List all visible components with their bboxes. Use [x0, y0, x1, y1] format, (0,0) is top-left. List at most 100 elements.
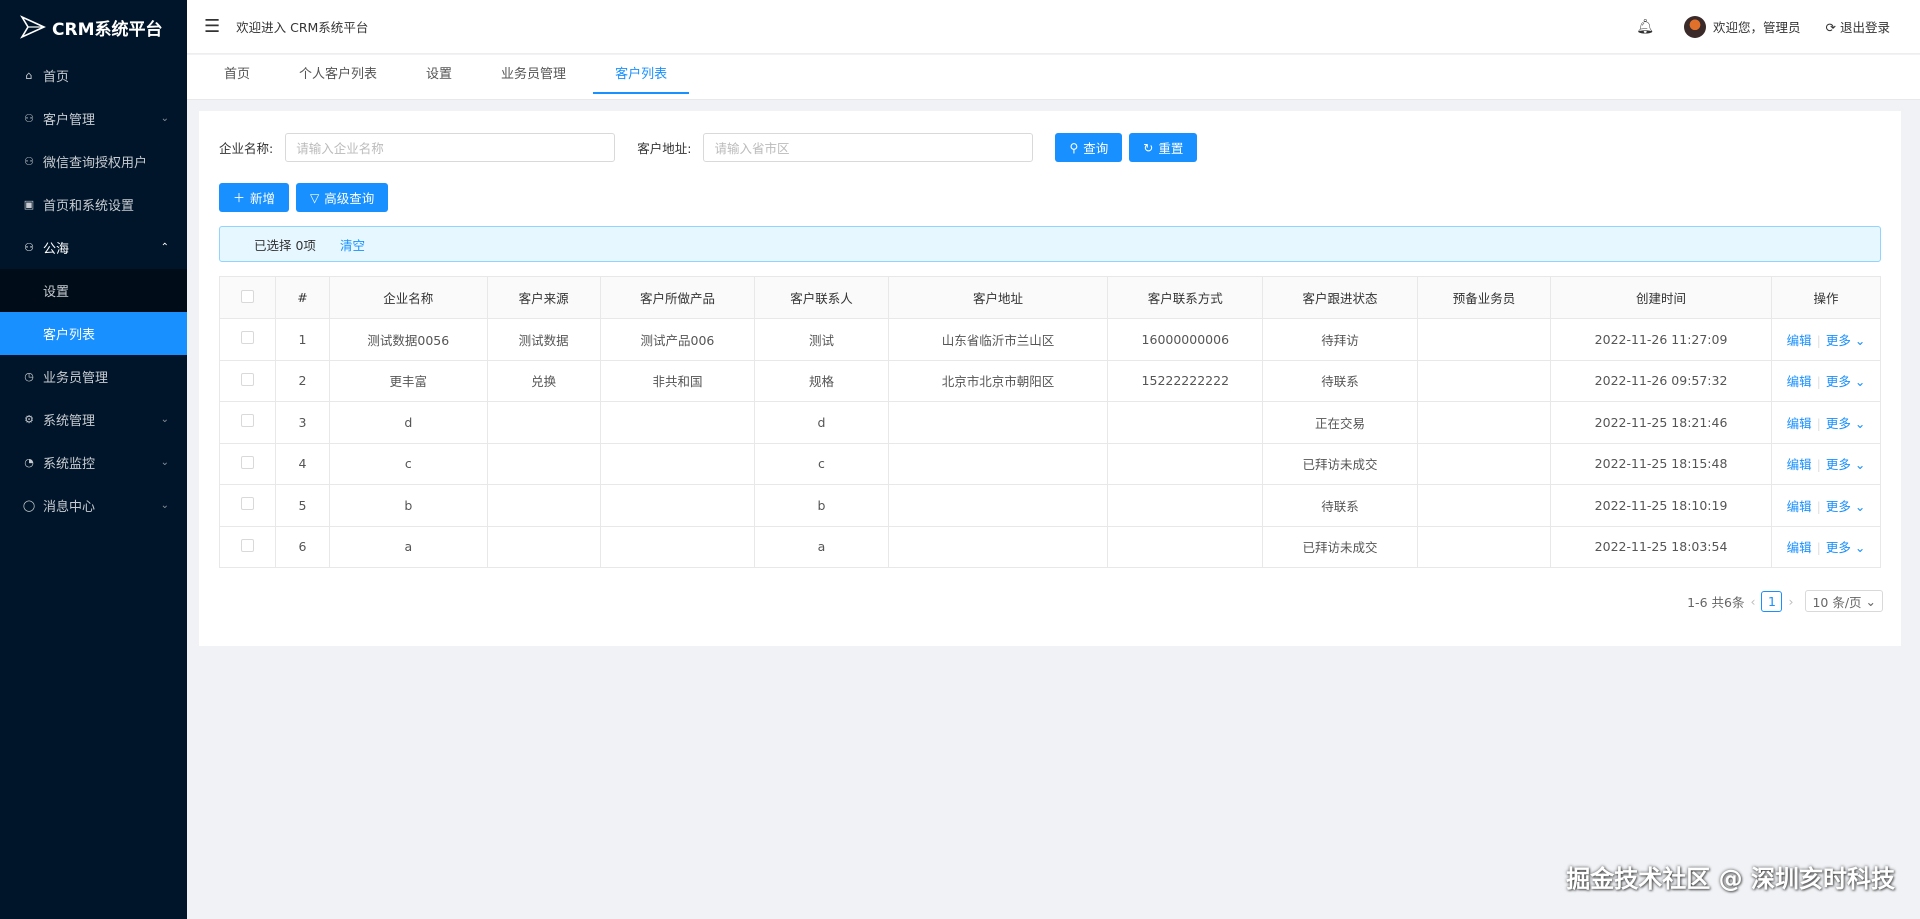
table-cell: [1416, 442, 1552, 485]
row-select-cell[interactable]: [219, 525, 276, 568]
edit-link[interactable]: 编辑: [1787, 457, 1812, 472]
tab-settings[interactable]: 设置: [404, 55, 474, 100]
table-cell: [1416, 359, 1552, 402]
public-pool-submenu: 设置 客户列表: [0, 269, 187, 355]
divider: |: [1816, 540, 1821, 556]
sidebar-item-label: 消息中心: [43, 500, 96, 515]
row-checkbox[interactable]: [240, 455, 254, 469]
select-all-checkbox[interactable]: [240, 289, 254, 303]
page-current[interactable]: 1: [1761, 590, 1783, 612]
table-cell: 待拜访: [1262, 318, 1418, 361]
bell-icon[interactable]: 🔔︎: [1636, 19, 1654, 35]
edit-link[interactable]: 编辑: [1787, 540, 1812, 555]
reset-button[interactable]: ↻ 重置: [1129, 133, 1198, 162]
chevron-down-icon: ⌄: [1861, 593, 1876, 609]
row-select-cell[interactable]: [219, 359, 276, 402]
table-cell: 北京市北京市朝阳区: [887, 359, 1109, 402]
user-greeting[interactable]: 欢迎您，管理员: [1713, 17, 1801, 36]
sidebar-item-wechat-users[interactable]: ⚇ 微信查询授权用户: [0, 140, 187, 183]
row-select-cell[interactable]: [219, 484, 276, 527]
chevron-down-icon: ⌄: [160, 457, 169, 468]
reset-label: 重置: [1158, 141, 1184, 156]
edit-link[interactable]: 编辑: [1787, 333, 1812, 348]
address-search-input[interactable]: 请输入省市区: [703, 133, 1034, 162]
advanced-query-button[interactable]: ▽ 高级查询: [296, 183, 389, 212]
table-cell: 兑换: [486, 359, 601, 402]
tab-salesman-management[interactable]: 业务员管理: [479, 55, 588, 100]
next-page-icon[interactable]: ›: [1788, 594, 1793, 609]
row-select-cell[interactable]: [219, 442, 276, 485]
sidebar-item-home-settings[interactable]: ▣ 首页和系统设置: [0, 183, 187, 226]
filter-icon: ▽: [310, 190, 320, 205]
prev-page-icon[interactable]: ‹: [1750, 594, 1755, 609]
table-cell: 待联系: [1262, 359, 1418, 402]
page-size-select[interactable]: 10 条/页 ⌄: [1805, 590, 1883, 612]
more-dropdown[interactable]: 更多 ⌄: [1826, 374, 1865, 389]
row-checkbox[interactable]: [240, 497, 254, 511]
more-dropdown[interactable]: 更多 ⌄: [1826, 416, 1865, 431]
sidebar-item-label: 设置: [43, 285, 70, 300]
sidebar-item-customer-list[interactable]: 客户列表: [0, 312, 187, 355]
chevron-down-icon: ⌄: [1850, 540, 1866, 556]
more-dropdown[interactable]: 更多 ⌄: [1826, 540, 1865, 555]
more-label: 更多: [1825, 415, 1851, 431]
main-panel: 企业名称: 请输入企业名称 客户地址: 请输入省市区 ⚲ 查询 ↻ 重置 ＋ 新增 ▽…: [199, 111, 1901, 646]
table-cell: 2022-11-25 18:10:19: [1550, 484, 1772, 527]
more-dropdown[interactable]: 更多 ⌄: [1826, 457, 1865, 472]
chevron-down-icon: ⌄: [1850, 415, 1866, 431]
select-all-cell[interactable]: [219, 276, 276, 319]
customer-table: # 企业名称 客户来源 客户所做产品 客户联系人 客户地址 客户联系方式 客户跟…: [219, 276, 1882, 568]
add-button[interactable]: ＋ 新增: [219, 183, 290, 212]
sidebar-item-system-monitor[interactable]: ◔ 系统监控 ⌄: [0, 441, 187, 484]
tab-customer-list[interactable]: 客户列表: [593, 55, 690, 94]
row-checkbox[interactable]: [240, 331, 254, 345]
chevron-down-icon: ⌄: [1850, 332, 1866, 348]
table-cell: d: [328, 401, 488, 444]
tab-personal-customer-list[interactable]: 个人客户列表: [277, 55, 399, 100]
sidebar-item-message-center[interactable]: ◯ 消息中心 ⌄: [0, 484, 187, 527]
pagination-summary: 1-6 共6条: [1687, 594, 1745, 610]
sidebar-item-salesman-management[interactable]: ◷ 业务员管理: [0, 355, 187, 398]
row-select-cell[interactable]: [219, 401, 276, 444]
more-dropdown[interactable]: 更多 ⌄: [1826, 333, 1865, 348]
chevron-down-icon: ⌄: [160, 113, 169, 124]
row-checkbox[interactable]: [240, 538, 254, 552]
sidebar-item-label: 业务员管理: [43, 371, 109, 386]
company-search-input[interactable]: 请输入企业名称: [285, 133, 616, 162]
row-select-cell[interactable]: [219, 318, 276, 361]
search-form: 企业名称: 请输入企业名称 客户地址: 请输入省市区 ⚲ 查询 ↻ 重置: [219, 133, 1204, 162]
table-row: 3 d d 正在交易 2022-11-25 18:21:46 编辑 | 更多 ⌄: [219, 401, 1882, 444]
table-cell: 2022-11-25 18:21:46: [1550, 401, 1772, 444]
table-cell: [1416, 401, 1552, 444]
table-cell: 待联系: [1262, 484, 1418, 527]
edit-link[interactable]: 编辑: [1787, 499, 1812, 514]
edit-link[interactable]: 编辑: [1787, 416, 1812, 431]
sidebar-item-label: 微信查询授权用户: [43, 156, 148, 171]
query-button[interactable]: ⚲ 查询: [1055, 133, 1123, 162]
sidebar-item-public-pool[interactable]: ⚇ 公海 ⌃: [0, 226, 187, 269]
table-cell: b: [328, 484, 488, 527]
edit-link[interactable]: 编辑: [1787, 374, 1812, 389]
more-label: 更多: [1825, 457, 1851, 473]
table-cell: [887, 525, 1109, 568]
logout-button[interactable]: ⟳ 退出登录: [1826, 17, 1890, 36]
clear-selection-link[interactable]: 清空: [340, 235, 365, 254]
avatar[interactable]: [1684, 15, 1707, 38]
table-body: 1 测试数据0056 测试数据 测试产品006 测试 山东省临沂市兰山区 160000000…: [219, 318, 1882, 568]
more-dropdown[interactable]: 更多 ⌄: [1826, 499, 1865, 514]
row-checkbox[interactable]: [240, 372, 254, 386]
table-cell: 测试: [754, 318, 889, 361]
row-checkbox[interactable]: [240, 414, 254, 428]
logo-icon: [20, 15, 46, 39]
column-header: 创建时间: [1550, 276, 1772, 319]
table-cell: 5: [274, 484, 330, 527]
tab-home[interactable]: 首页: [202, 55, 272, 100]
sidebar: CRM系统平台 ⌂ 首页 ⚇ 客户管理 ⌄ ⚇ 微信查询授权用户 ▣ 首页和系统设置 ⚇ 公…: [0, 0, 187, 919]
sidebar-item-customer-management[interactable]: ⚇ 客户管理 ⌄: [0, 97, 187, 140]
sidebar-item-settings[interactable]: 设置: [0, 269, 187, 312]
sidebar-item-home[interactable]: ⌂ 首页: [0, 54, 187, 97]
table-cell: 测试数据: [486, 318, 601, 361]
page-size-label: 10 条/页: [1812, 594, 1862, 610]
menu-fold-icon[interactable]: ☰: [204, 16, 220, 37]
sidebar-item-system-management[interactable]: ⚙ 系统管理 ⌄: [0, 398, 187, 441]
